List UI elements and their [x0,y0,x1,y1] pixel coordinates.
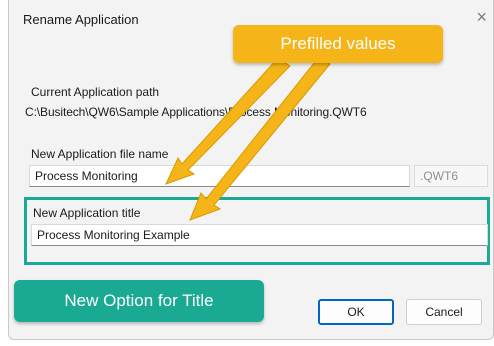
app-title-label: New Application title [33,206,141,220]
prefilled-values-callout: Prefilled values [233,25,443,63]
current-path-label: Current Application path [31,85,160,99]
new-option-callout: New Option for Title [14,280,264,322]
dialog-title: Rename Application [23,12,139,27]
file-name-input[interactable]: Process Monitoring [29,165,410,187]
file-extension-field: .QWT6 [414,165,488,187]
cancel-button[interactable]: Cancel [406,299,482,325]
file-name-label: New Application file name [31,147,169,161]
app-title-input[interactable]: Process Monitoring Example [31,224,488,246]
current-path-value: C:\Busitech\QW6\Sample Applications\Proc… [25,105,367,119]
ok-button[interactable]: OK [318,299,394,325]
close-icon[interactable]: × [476,8,487,26]
